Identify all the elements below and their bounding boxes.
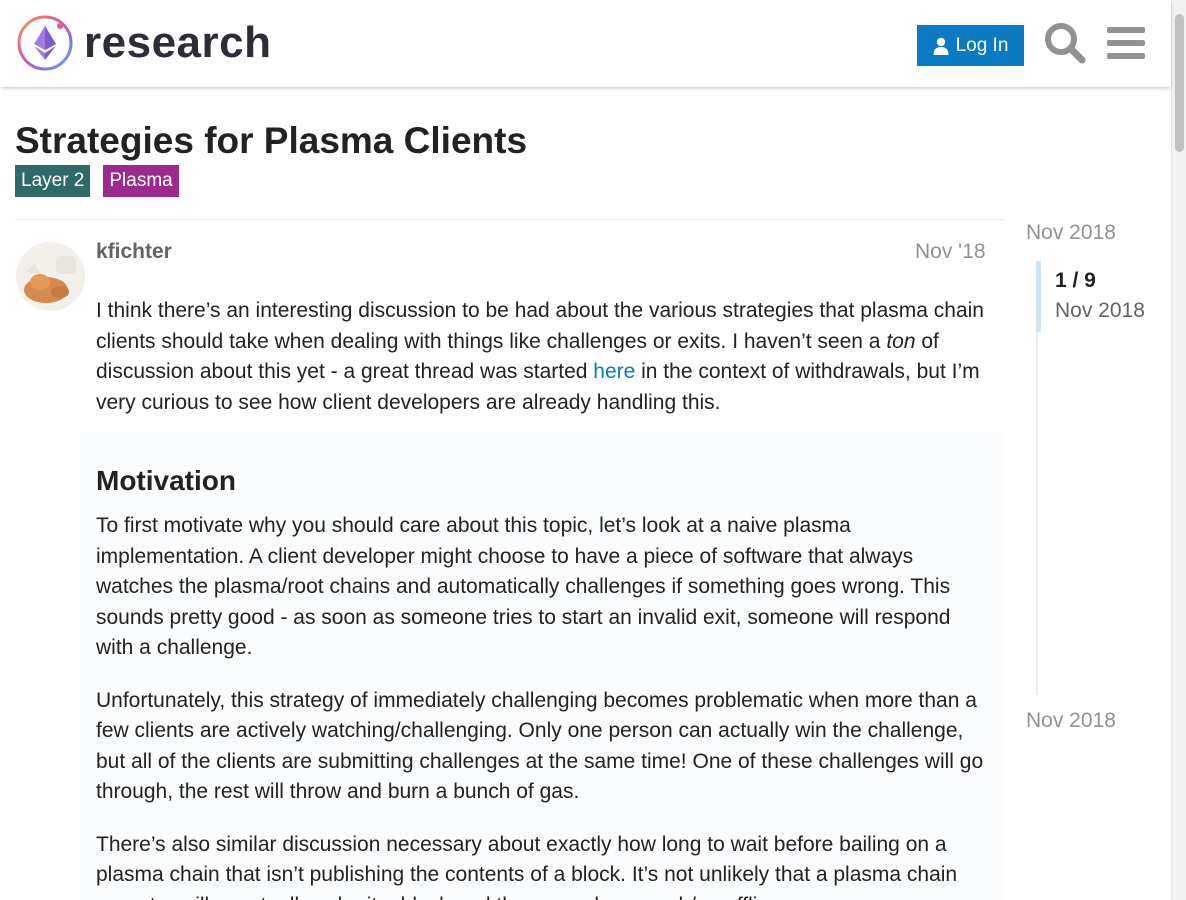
user-icon (933, 37, 949, 55)
post-paragraph: Unfortunately, this strategy of immediat… (96, 688, 984, 804)
timeline-start-date[interactable]: Nov 2018 (1026, 221, 1116, 245)
tag-plasma[interactable]: Plasma (103, 165, 179, 197)
post-date[interactable]: Nov '18 (915, 240, 986, 264)
title-divider (15, 219, 1004, 220)
post-content: I think there’s an interesting discussio… (96, 296, 988, 900)
post-paragraph: I think there’s an interesting discussio… (96, 296, 988, 418)
topic-title[interactable]: Strategies for Plasma Clients (15, 120, 527, 162)
thread-link[interactable]: here (593, 360, 635, 383)
logo-text: research (84, 18, 272, 67)
login-button-label: Log In (955, 34, 1009, 56)
post-username[interactable]: kfichter (96, 240, 172, 264)
timeline-scroll-handle[interactable] (1036, 261, 1041, 332)
emphasis-text: ton (886, 329, 916, 353)
site-logo[interactable]: research (16, 14, 271, 72)
tag-layer-2[interactable]: Layer 2 (15, 165, 91, 197)
topic-tags: Layer 2 Plasma (15, 165, 179, 197)
section-heading-motivation: Motivation (96, 465, 236, 496)
ethereum-logo-icon (17, 15, 73, 71)
avatar-image-icon (16, 242, 85, 311)
login-button[interactable]: Log In (917, 25, 1024, 66)
page-scrollbar[interactable] (1171, 0, 1186, 900)
timeline-position: 1 / 9 (1055, 269, 1096, 292)
search-icon[interactable] (1043, 21, 1087, 65)
timeline-current-date: Nov 2018 (1055, 299, 1145, 322)
paragraph-text: I think there’s an interesting discussio… (96, 299, 984, 353)
post-paragraph: To first motivate why you should care ab… (96, 514, 951, 659)
hamburger-menu-icon[interactable] (1106, 24, 1146, 62)
avatar[interactable] (16, 242, 85, 311)
scrollbar-thumb[interactable] (1175, 14, 1184, 152)
timeline-end-date[interactable]: Nov 2018 (1026, 709, 1116, 733)
site-header: research Log In (0, 0, 1171, 87)
post-paragraph: There’s also similar discussion necessar… (96, 832, 958, 900)
